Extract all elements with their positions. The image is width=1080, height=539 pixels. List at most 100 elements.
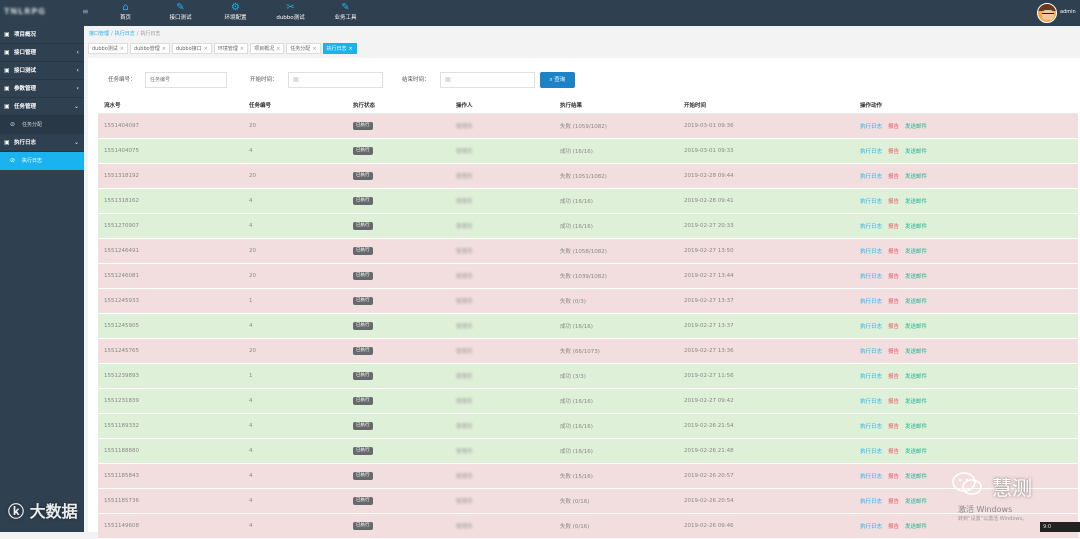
- end-time-input[interactable]: ▦: [440, 72, 535, 88]
- tab-6[interactable]: 执行日志 ×: [322, 43, 357, 54]
- tab-1[interactable]: dubbo管理 ×: [129, 43, 170, 54]
- sidebar-item-5[interactable]: ⊘ 任务分配: [0, 116, 84, 134]
- task-number: 4: [249, 222, 253, 229]
- execution-log-link[interactable]: 执行日志: [860, 224, 882, 230]
- send-mail-link[interactable]: 发送邮件: [905, 424, 927, 430]
- sidebar-item-4[interactable]: ▣ 任务管理 ⌄: [0, 98, 84, 116]
- close-icon[interactable]: ×: [120, 46, 124, 52]
- report-link[interactable]: 报告: [888, 499, 899, 505]
- send-mail-link[interactable]: 发送邮件: [905, 349, 927, 355]
- watermark-left: ⓚ 大数据: [8, 498, 78, 522]
- search-button[interactable]: ⌕ 查询: [540, 72, 575, 88]
- execution-log-link[interactable]: 执行日志: [860, 324, 882, 330]
- circle-check-icon: ⊘: [10, 121, 16, 128]
- sidebar-item-6[interactable]: ▣ 执行日志 ⌄: [0, 134, 84, 152]
- report-link[interactable]: 报告: [888, 299, 899, 305]
- execution-log-link[interactable]: 执行日志: [860, 299, 882, 305]
- send-mail-link[interactable]: 发送邮件: [905, 324, 927, 330]
- send-mail-link[interactable]: 发送邮件: [905, 274, 927, 280]
- execution-log-link[interactable]: 执行日志: [860, 174, 882, 180]
- sidebar-item-3[interactable]: ▣ 参数管理 ‹: [0, 80, 84, 98]
- report-link[interactable]: 报告: [888, 524, 899, 530]
- breadcrumb-item: 执行日志: [140, 31, 161, 37]
- send-mail-link[interactable]: 发送邮件: [905, 374, 927, 380]
- close-icon[interactable]: ×: [312, 46, 316, 52]
- start-time: 2019-02-26 21:48: [684, 447, 734, 454]
- execution-log-link[interactable]: 执行日志: [860, 374, 882, 380]
- task-no-input[interactable]: [145, 72, 227, 88]
- report-link[interactable]: 报告: [888, 449, 899, 455]
- send-mail-link[interactable]: 发送邮件: [905, 474, 927, 480]
- send-mail-link[interactable]: 发送邮件: [905, 249, 927, 255]
- sidebar-item-7[interactable]: ⊘ 执行日志: [0, 152, 84, 170]
- start-time: 2019-02-26 20:57: [684, 472, 734, 479]
- execution-log-link[interactable]: 执行日志: [860, 149, 882, 155]
- sidebar-item-0[interactable]: ▣ 项目概况: [0, 26, 84, 44]
- menu-toggle-icon[interactable]: ≡: [82, 7, 89, 16]
- execution-log-link[interactable]: 执行日志: [860, 424, 882, 430]
- tab-3[interactable]: 环境管理 ×: [213, 43, 249, 54]
- send-mail-link[interactable]: 发送邮件: [905, 124, 927, 130]
- send-mail-link[interactable]: 发送邮件: [905, 524, 927, 530]
- grid-icon: ▣: [4, 31, 10, 38]
- start-time-input[interactable]: ▦: [288, 72, 383, 88]
- report-link[interactable]: 报告: [888, 124, 899, 130]
- topnav-item-3[interactable]: ✂ dubbo测试: [263, 0, 318, 26]
- send-mail-link[interactable]: 发送邮件: [905, 499, 927, 505]
- send-mail-link[interactable]: 发送邮件: [905, 199, 927, 205]
- grid-icon: ▣: [4, 49, 10, 56]
- avatar[interactable]: [1037, 3, 1057, 23]
- execution-log-link[interactable]: 执行日志: [860, 124, 882, 130]
- topnav-item-0[interactable]: ⌂ 首页: [98, 0, 153, 26]
- report-link[interactable]: 报告: [888, 199, 899, 205]
- tab-0[interactable]: dubbo测试 ×: [88, 43, 128, 54]
- execution-log-link[interactable]: 执行日志: [860, 524, 882, 530]
- report-link[interactable]: 报告: [888, 474, 899, 480]
- send-mail-link[interactable]: 发送邮件: [905, 299, 927, 305]
- breadcrumb-item[interactable]: 接口管理: [89, 31, 109, 37]
- report-link[interactable]: 报告: [888, 274, 899, 280]
- breadcrumb-item[interactable]: 执行日志: [115, 31, 135, 37]
- topnav-item-1[interactable]: ✎ 接口测试: [153, 0, 208, 26]
- report-link[interactable]: 报告: [888, 249, 899, 255]
- execution-log-link[interactable]: 执行日志: [860, 249, 882, 255]
- report-link[interactable]: 报告: [888, 324, 899, 330]
- tab-5[interactable]: 任务分配 ×: [286, 43, 321, 54]
- close-icon[interactable]: ×: [240, 46, 244, 52]
- send-mail-link[interactable]: 发送邮件: [905, 399, 927, 405]
- execution-log-link[interactable]: 执行日志: [860, 499, 882, 505]
- close-icon[interactable]: ×: [204, 46, 208, 52]
- execution-log-link[interactable]: 执行日志: [860, 449, 882, 455]
- username[interactable]: admin: [1060, 9, 1076, 15]
- execution-log-link[interactable]: 执行日志: [860, 474, 882, 480]
- close-icon[interactable]: ×: [162, 46, 166, 52]
- sidebar-item-1[interactable]: ▣ 接口管理 ‹: [0, 44, 84, 62]
- close-icon[interactable]: ×: [349, 46, 353, 52]
- execution-log-link[interactable]: 执行日志: [860, 349, 882, 355]
- report-link[interactable]: 报告: [888, 149, 899, 155]
- report-link[interactable]: 报告: [888, 174, 899, 180]
- execution-log-link[interactable]: 执行日志: [860, 199, 882, 205]
- task-number: 4: [249, 422, 253, 429]
- task-number: 4: [249, 522, 253, 529]
- send-mail-link[interactable]: 发送邮件: [905, 449, 927, 455]
- report-link[interactable]: 报告: [888, 424, 899, 430]
- send-mail-link[interactable]: 发送邮件: [905, 149, 927, 155]
- calendar-icon: ▦: [445, 76, 451, 83]
- execution-log-link[interactable]: 执行日志: [860, 274, 882, 280]
- tab-2[interactable]: dubbo接口 ×: [171, 43, 212, 54]
- send-mail-link[interactable]: 发送邮件: [905, 174, 927, 180]
- topnav-item-4[interactable]: ✎ 业务工具: [318, 0, 373, 26]
- sidebar-item-2[interactable]: ▣ 接口测试 ‹: [0, 62, 84, 80]
- execution-result: 失败 (15/16): [560, 473, 593, 480]
- report-link[interactable]: 报告: [888, 399, 899, 405]
- report-link[interactable]: 报告: [888, 374, 899, 380]
- topnav-item-2[interactable]: ⚙ 环境配置: [208, 0, 263, 26]
- execution-log-link[interactable]: 执行日志: [860, 399, 882, 405]
- tab-4[interactable]: 项目概况 ×: [250, 43, 285, 54]
- grid-icon: ▣: [4, 103, 10, 110]
- report-link[interactable]: 报告: [888, 349, 899, 355]
- report-link[interactable]: 报告: [888, 224, 899, 230]
- close-icon[interactable]: ×: [276, 46, 280, 52]
- send-mail-link[interactable]: 发送邮件: [905, 224, 927, 230]
